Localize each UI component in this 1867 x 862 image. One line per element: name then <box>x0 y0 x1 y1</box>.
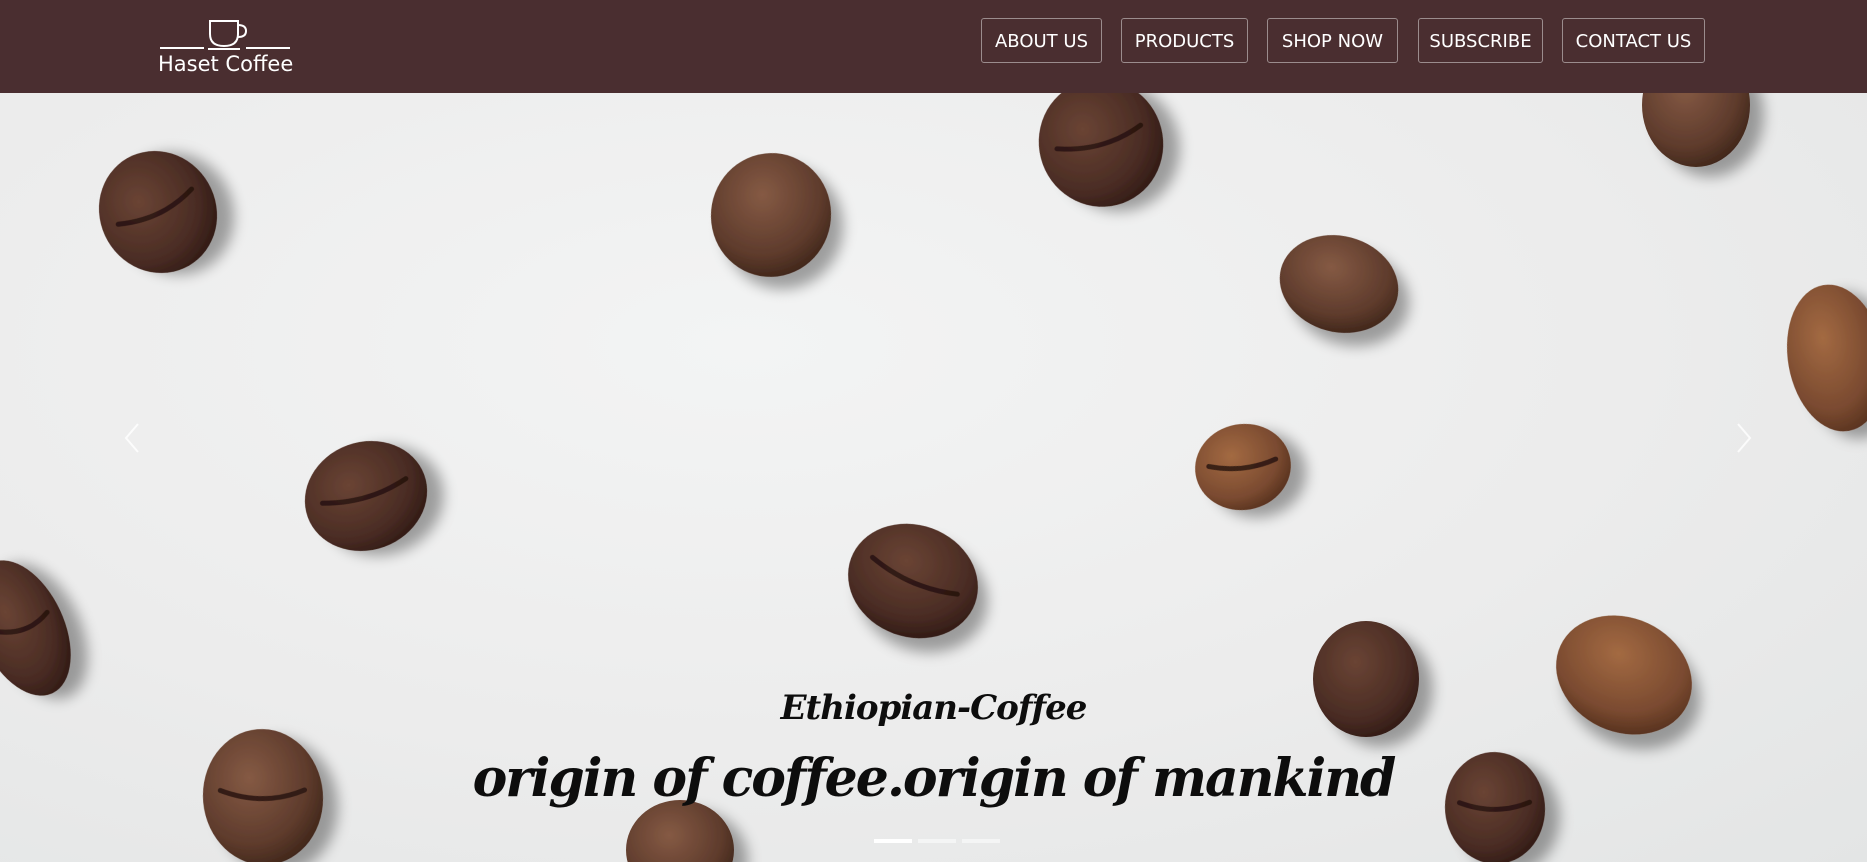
brand-name: Haset Coffee <box>158 52 294 76</box>
carousel-indicator-3[interactable] <box>962 839 1000 843</box>
coffee-bean-10 <box>0 560 71 696</box>
nav-contact-us-button[interactable]: CONTACT US <box>1562 18 1705 63</box>
chevron-left-icon <box>124 423 139 453</box>
navbar: Haset Coffee ABOUT US PRODUCTS SHOP NOW … <box>0 0 1867 93</box>
hero-title: origin of coffee.origin of mankind <box>472 748 1397 809</box>
carousel-prev-button[interactable] <box>118 418 148 458</box>
carousel-next-button[interactable] <box>1728 418 1758 458</box>
coffee-cup-icon <box>160 20 290 50</box>
coffee-bean-8 <box>1195 423 1291 511</box>
nav-shop-now-button[interactable]: SHOP NOW <box>1267 18 1398 63</box>
nav-about-us-button[interactable]: ABOUT US <box>981 18 1102 63</box>
coffee-beans-background <box>0 43 1867 862</box>
carousel-indicator-2[interactable] <box>918 839 956 843</box>
coffee-bean-9 <box>848 523 978 639</box>
brand-logo[interactable]: Haset Coffee <box>158 16 294 80</box>
coffee-bean-6 <box>1787 284 1867 432</box>
coffee-bean-1 <box>98 150 218 274</box>
page: Ethiopian-Coffee origin of coffee.origin… <box>0 0 1867 862</box>
coffee-bean-2 <box>710 153 832 277</box>
hero-carousel: Ethiopian-Coffee origin of coffee.origin… <box>0 0 1867 862</box>
carousel-indicator-1[interactable] <box>874 839 912 843</box>
chevron-right-icon <box>1737 423 1752 453</box>
coffee-bean-15 <box>626 800 734 862</box>
coffee-bean-5 <box>1279 235 1399 333</box>
coffee-bean-12 <box>1556 615 1692 735</box>
nav-subscribe-button[interactable]: SUBSCRIBE <box>1418 18 1543 63</box>
coffee-bean-7 <box>304 441 428 551</box>
nav-products-button[interactable]: PRODUCTS <box>1121 18 1248 63</box>
hero-subtitle: Ethiopian-Coffee <box>780 688 1088 728</box>
